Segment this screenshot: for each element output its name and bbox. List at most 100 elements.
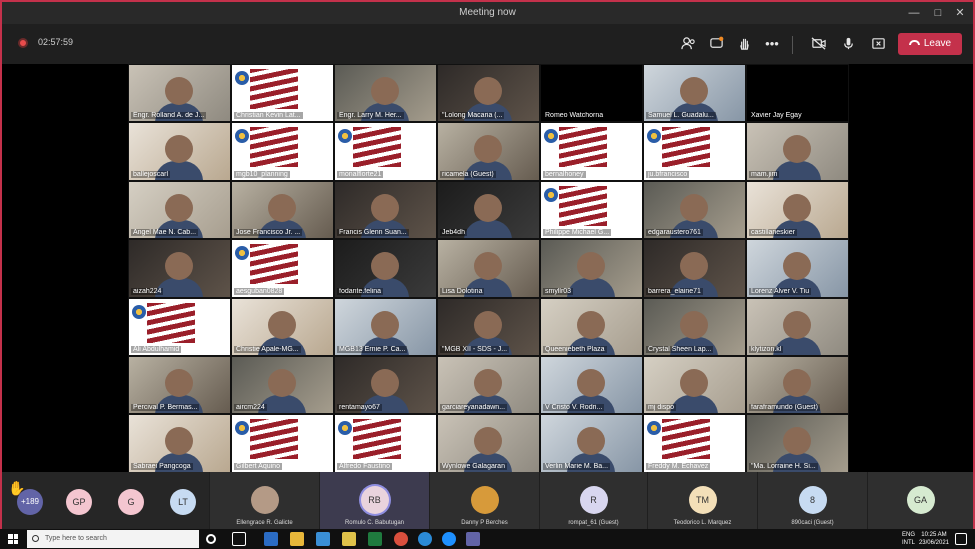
participant-name: rompat_61 (Guest) (568, 520, 619, 526)
video-tile[interactable]: klytizon.kl (746, 297, 849, 356)
chat-icon[interactable] (704, 32, 728, 56)
store-icon[interactable] (316, 532, 330, 546)
avatar-initials[interactable]: LT (170, 489, 196, 515)
video-tile[interactable]: Alfredo Faustino (334, 414, 437, 473)
microphone-icon[interactable] (836, 32, 860, 56)
video-tile[interactable]: Engr. Rolland A. de J... (128, 64, 231, 123)
video-tile[interactable]: barrera_elaine71 (643, 239, 746, 298)
video-tile[interactable]: aircm224 (231, 355, 334, 415)
task-view-icon[interactable] (232, 532, 246, 546)
video-tile[interactable]: Percival P. Bermas... (128, 355, 231, 415)
video-stage: Engr. Rolland A. de J... Christian Kevin … (2, 64, 973, 473)
participant-name: Lisa Dolotina (440, 287, 485, 295)
video-tile[interactable]: Xavier Jay Egay (746, 64, 849, 123)
avatar-initials[interactable]: G (118, 489, 144, 515)
video-tile[interactable]: Gilbert Aquino (231, 414, 334, 473)
video-tile[interactable]: castillaneskier (746, 180, 849, 240)
video-tile[interactable]: garciareyanadawn... (437, 355, 540, 415)
participant-name: Philippe Michael G... (543, 229, 612, 237)
video-tile[interactable]: rentamayo67 (334, 355, 437, 415)
participant-name: aesguban0828 (234, 287, 285, 295)
excel-icon[interactable] (368, 532, 382, 546)
video-tile[interactable]: smyllr03 (540, 239, 643, 298)
video-tile[interactable]: ricamela (Guest) (437, 122, 540, 181)
video-tile[interactable]: monalflorte21 (334, 122, 437, 181)
video-tile[interactable]: edgaraustero761 (643, 180, 746, 240)
video-tile[interactable]: ballejoscarl (128, 122, 231, 181)
video-tile[interactable]: mgb10_planning (231, 122, 334, 181)
maximize-icon[interactable]: □ (926, 4, 950, 22)
video-tile[interactable]: bernalhoney (540, 122, 643, 181)
video-tile[interactable]: Freddy M. Echavez (643, 414, 746, 473)
video-tile[interactable]: Angel Mae N. Cab... (128, 180, 231, 240)
language-label: ENG (901, 532, 915, 538)
video-tile[interactable]: mam.jim (746, 122, 849, 181)
participant-card[interactable]: Danny P Berches (429, 472, 539, 529)
video-tile[interactable]: fodante.felina (334, 239, 437, 298)
browser-icon[interactable] (442, 532, 456, 546)
windows-start-icon[interactable] (8, 534, 18, 544)
more-participants-button[interactable]: +189 (17, 489, 43, 515)
video-tile[interactable]: Philippe Michael G... (540, 180, 643, 240)
video-tile[interactable]: mj dispo (643, 355, 746, 415)
video-tile[interactable]: aizah224 (128, 239, 231, 298)
video-tile[interactable]: Sabraei Pangcoga (128, 414, 231, 473)
taskbar-search-box[interactable]: Type here to search (27, 530, 199, 548)
video-tile[interactable]: Romeo Watchorna (540, 64, 643, 123)
sticky-notes-icon[interactable] (342, 532, 356, 546)
participant-card-active[interactable]: RB Romulo C. Babutugan (319, 472, 429, 529)
video-tile[interactable]: faraframundo (Guest) (746, 355, 849, 415)
raise-hand-icon[interactable] (732, 32, 756, 56)
video-tile[interactable]: Lorenz Alver V. Tiu (746, 239, 849, 298)
participant-card[interactable]: TM Teodorico L. Marquez (647, 472, 757, 529)
file-explorer-icon[interactable] (290, 532, 304, 546)
cortana-icon[interactable] (206, 534, 216, 544)
video-tile[interactable]: Francis Glenn Suan... (334, 180, 437, 240)
video-tile[interactable]: "Ma. Lorraine H. Si... (746, 414, 849, 473)
share-tray-icon[interactable] (866, 32, 890, 56)
search-placeholder: Type here to search (45, 535, 107, 542)
participants-icon[interactable] (676, 32, 700, 56)
participant-card[interactable]: GA (867, 472, 973, 529)
video-tile[interactable]: ju.bfrancisco (643, 122, 746, 181)
video-tile[interactable]: Wynlowe Galagaran (437, 414, 540, 473)
close-icon[interactable]: ✕ (948, 4, 972, 22)
video-tile[interactable]: aesguban0828 (231, 239, 334, 298)
notification-icon[interactable] (955, 533, 967, 545)
video-tile[interactable]: "MGB XII - SDS - J... (437, 297, 540, 356)
video-tile[interactable]: Crystal Sheen Lap... (643, 297, 746, 356)
video-tile[interactable]: Jose Francisco Jr. ... (231, 180, 334, 240)
leave-button[interactable]: Leave (898, 33, 962, 55)
video-tile[interactable]: MGB13 Ernie P. Ca... (334, 297, 437, 356)
video-tile[interactable]: Queeniebeth Plaza (540, 297, 643, 356)
video-tile[interactable]: "Lolong Macaria (... (437, 64, 540, 123)
participant-face (783, 368, 811, 397)
participant-name: Queeniebeth Plaza (543, 345, 607, 353)
teams-icon[interactable] (466, 532, 480, 546)
avatar-initials[interactable]: GP (66, 489, 92, 515)
language-indicator[interactable]: ENG INTL (902, 531, 915, 547)
video-tile[interactable]: V Cristo V. Rodri... (540, 355, 643, 415)
video-tile[interactable]: Engr. Larry M. Her... (334, 64, 437, 123)
skype-icon[interactable] (418, 532, 432, 546)
participant-name: mj dispo (646, 404, 677, 412)
chrome-icon[interactable] (394, 532, 408, 546)
video-tile[interactable]: Christie Apale-MG... (231, 297, 334, 356)
more-actions-icon[interactable]: ••• (760, 32, 784, 56)
video-tile[interactable]: Samuel L. Guadalu... (643, 64, 746, 123)
camera-off-icon[interactable] (806, 32, 830, 56)
video-tile[interactable]: Jeb4dh (437, 180, 540, 240)
video-tile[interactable]: Lisa Dolotina (437, 239, 540, 298)
toolbar-divider (792, 36, 793, 54)
participant-card[interactable]: 8 890caci (Guest) (757, 472, 867, 529)
participant-name: rentamayo67 (337, 404, 382, 412)
minimize-icon[interactable]: — (902, 4, 926, 22)
clock[interactable]: 10:25 AM 23/06/2021 (919, 531, 949, 547)
video-tile[interactable]: Verlin Marie M. Ba... (540, 414, 643, 473)
video-tile[interactable]: Ali Abdulhamid (128, 297, 231, 356)
participant-card[interactable]: Ellengrace R. Galicte (209, 472, 319, 529)
participant-face (165, 368, 193, 397)
video-tile[interactable]: Christian Kevin Lat... (231, 64, 334, 123)
edge-icon[interactable] (264, 532, 278, 546)
participant-card[interactable]: Rrompat_61 (Guest) (539, 472, 647, 529)
